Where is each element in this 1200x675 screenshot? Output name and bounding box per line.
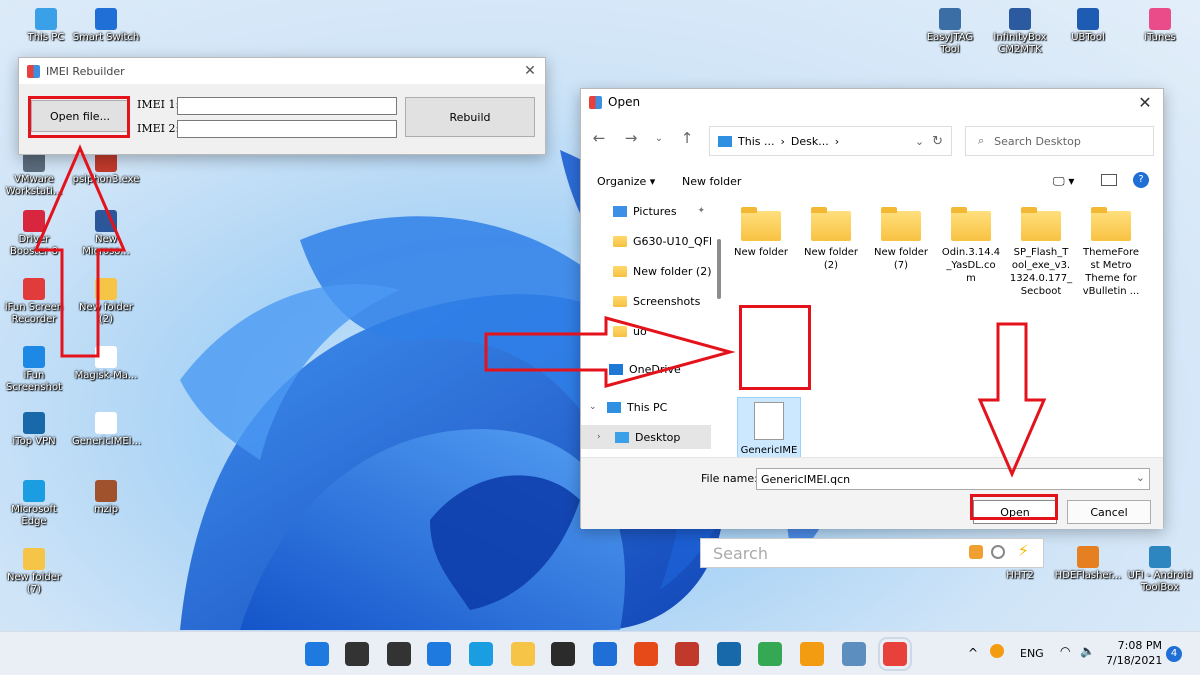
annotation-arrows (33, 144, 1047, 478)
search-icon[interactable] (345, 642, 369, 666)
mail-icon[interactable] (593, 642, 617, 666)
task-view-icon[interactable] (387, 642, 411, 666)
language-indicator[interactable]: ENG (1020, 647, 1044, 660)
vpn-icon[interactable] (717, 642, 741, 666)
clock-date: 7/18/2021 (1106, 654, 1163, 667)
clock-time: 7:08 PM (1117, 639, 1162, 652)
imei-app-icon[interactable] (878, 637, 912, 671)
file-explorer-icon[interactable] (511, 642, 535, 666)
magnifier-app-icon[interactable] (800, 642, 824, 666)
monitor-app-icon[interactable] (842, 642, 866, 666)
chevron-up-icon[interactable]: ^ (968, 646, 978, 660)
wifi-icon[interactable]: ◠ (1060, 644, 1070, 658)
notification-badge[interactable]: 4 (1166, 646, 1182, 662)
start-icon[interactable] (305, 642, 329, 666)
clock[interactable]: 7:08 PM 7/18/2021 (1106, 638, 1162, 668)
edge-icon[interactable] (469, 642, 493, 666)
driver-booster-icon[interactable] (675, 642, 699, 666)
taskbar: ^ ENG ◠ 🔈 7:08 PM 7/18/2021 4 (0, 631, 1200, 675)
tray-app-icon[interactable] (990, 644, 1004, 658)
down-arrow-annotation (977, 322, 1047, 478)
office-icon[interactable] (634, 642, 658, 666)
chrome-icon[interactable] (758, 642, 782, 666)
store-icon[interactable] (551, 642, 575, 666)
up-arrow-annotation (33, 144, 127, 358)
volume-icon[interactable]: 🔈 (1080, 644, 1095, 658)
right-arrow-annotation (484, 316, 736, 388)
widgets-icon[interactable] (427, 642, 451, 666)
